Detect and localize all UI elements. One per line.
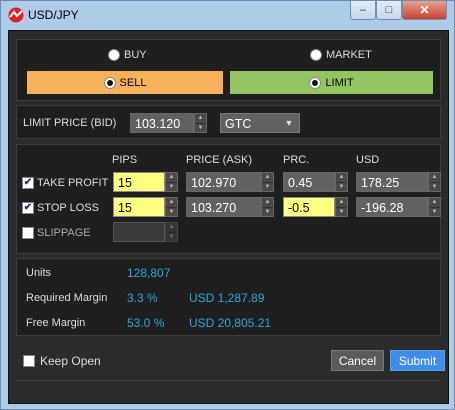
spin-down-icon[interactable]: ▼ <box>195 124 206 133</box>
spin-down-icon[interactable]: ▼ <box>262 183 273 192</box>
take-profit-prc-input[interactable]: 0.45 <box>283 172 335 192</box>
take-profit-checkbox[interactable]: ✔ <box>22 177 34 189</box>
spin-up-icon: ▲ <box>166 223 177 233</box>
stop-loss-pips-stepper[interactable]: ▲ ▼ <box>165 197 178 217</box>
free-margin-label: Free Margin <box>26 317 86 329</box>
stop-loss-price-input[interactable]: 103.270 <box>186 197 261 217</box>
maximize-button[interactable]: □ <box>376 1 402 20</box>
buy-label: BUY <box>124 49 147 61</box>
spin-down-icon[interactable]: ▼ <box>262 208 273 217</box>
pips-header: PIPS <box>112 154 138 166</box>
spin-up-icon[interactable]: ▲ <box>336 173 347 183</box>
chevron-down-icon[interactable]: ▼ <box>279 114 299 132</box>
spin-up-icon[interactable]: ▲ <box>262 198 273 208</box>
cancel-button[interactable]: Cancel <box>331 350 384 371</box>
slippage-stepper: ▲ ▼ <box>165 222 178 242</box>
limit-label: LIMIT <box>325 76 354 89</box>
slippage-checkbox[interactable] <box>22 227 34 239</box>
usd-header: USD <box>356 154 380 166</box>
market-label: MARKET <box>326 49 372 61</box>
limit-option[interactable]: LIMIT <box>230 71 433 94</box>
summary-panel: Units 128,807 Required Margin 3.3 % USD … <box>16 258 441 336</box>
slippage-input <box>113 222 165 242</box>
stop-loss-pips-input[interactable]: 15 <box>113 197 165 217</box>
spin-up-icon[interactable]: ▲ <box>166 198 177 208</box>
spin-down-icon[interactable]: ▼ <box>429 208 440 217</box>
buy-radio[interactable] <box>108 49 120 61</box>
limit-price-panel: LIMIT PRICE (BID) 103.120 ▲ ▼ GTC ▼ <box>16 105 441 139</box>
order-window: USD/JPY ‒ □ ✕ BUY MARKET SELL LIMIT LIMI… <box>0 0 455 410</box>
free-margin-pct: 53.0 % <box>127 316 165 330</box>
direction-panel: BUY MARKET SELL LIMIT <box>16 39 441 101</box>
stop-loss-prc-input[interactable]: -0.5 <box>283 197 335 217</box>
take-profit-pips-input[interactable]: 15 <box>113 172 165 192</box>
stop-loss-usd-stepper[interactable]: ▲ ▼ <box>428 197 441 217</box>
app-logo-icon <box>8 7 24 23</box>
spin-down-icon[interactable]: ▼ <box>166 183 177 192</box>
risk-panel: PIPS PRICE (ASK) PRC. USD ✔ TAKE PROFIT … <box>16 144 441 254</box>
spin-down-icon[interactable]: ▼ <box>166 208 177 217</box>
spin-up-icon[interactable]: ▲ <box>336 198 347 208</box>
limit-price-stepper[interactable]: ▲ ▼ <box>194 113 207 133</box>
limit-radio[interactable] <box>309 76 322 89</box>
units-value: 128,807 <box>127 266 171 280</box>
limit-price-label: LIMIT PRICE (BID) <box>23 117 117 129</box>
spin-up-icon[interactable]: ▲ <box>166 173 177 183</box>
sell-radio[interactable] <box>103 76 116 89</box>
take-profit-price-stepper[interactable]: ▲ ▼ <box>261 172 274 192</box>
spin-up-icon[interactable]: ▲ <box>262 173 273 183</box>
spin-down-icon[interactable]: ▼ <box>429 183 440 192</box>
required-margin-label: Required Margin <box>26 292 108 304</box>
stop-loss-usd-input[interactable]: -196.28 <box>356 197 428 217</box>
stop-loss-label: STOP LOSS <box>37 202 99 214</box>
sell-option[interactable]: SELL <box>27 71 223 94</box>
keep-open-checkbox[interactable] <box>23 355 35 367</box>
buy-option[interactable]: BUY <box>108 49 147 61</box>
take-profit-usd-stepper[interactable]: ▲ ▼ <box>428 172 441 192</box>
footer-divider <box>16 380 441 381</box>
take-profit-price-input[interactable]: 102.970 <box>186 172 261 192</box>
market-radio[interactable] <box>310 49 322 61</box>
stop-loss-prc-stepper[interactable]: ▲ ▼ <box>335 197 348 217</box>
spin-up-icon[interactable]: ▲ <box>429 198 440 208</box>
keep-open-label: Keep Open <box>40 354 101 368</box>
take-profit-usd-input[interactable]: 178.25 <box>356 172 428 192</box>
price-header: PRICE (ASK) <box>186 154 253 166</box>
take-profit-prc-stepper[interactable]: ▲ ▼ <box>335 172 348 192</box>
sell-label: SELL <box>119 76 147 89</box>
spin-up-icon[interactable]: ▲ <box>195 114 206 124</box>
close-button[interactable]: ✕ <box>402 1 447 20</box>
tif-value: GTC <box>225 117 252 131</box>
maximize-icon: □ <box>385 4 393 16</box>
take-profit-pips-stepper[interactable]: ▲ ▼ <box>165 172 178 192</box>
spin-up-icon[interactable]: ▲ <box>429 173 440 183</box>
units-label: Units <box>26 267 52 279</box>
market-option[interactable]: MARKET <box>310 49 372 61</box>
minimize-button[interactable]: ‒ <box>350 1 376 20</box>
free-margin-usd: USD 20,805.21 <box>189 316 272 330</box>
required-margin-pct: 3.3 % <box>127 291 158 305</box>
stop-loss-checkbox[interactable]: ✔ <box>22 202 34 214</box>
title-bar[interactable]: USD/JPY ‒ □ ✕ <box>1 1 454 29</box>
slippage-label: SLIPPAGE <box>37 227 91 239</box>
required-margin-usd: USD 1,287.89 <box>189 291 265 305</box>
submit-button[interactable]: Submit <box>390 350 445 371</box>
close-icon: ✕ <box>419 3 430 17</box>
tif-select[interactable]: GTC ▼ <box>220 113 300 133</box>
spin-down-icon[interactable]: ▼ <box>336 183 347 192</box>
window-title: USD/JPY <box>28 8 79 22</box>
spin-down-icon[interactable]: ▼ <box>336 208 347 217</box>
limit-price-input[interactable]: 103.120 <box>130 113 194 133</box>
minimize-icon: ‒ <box>359 4 367 16</box>
stop-loss-price-stepper[interactable]: ▲ ▼ <box>261 197 274 217</box>
prc-header: PRC. <box>283 154 310 166</box>
spin-down-icon: ▼ <box>168 233 175 240</box>
take-profit-label: TAKE PROFIT <box>37 177 109 189</box>
order-form: BUY MARKET SELL LIMIT LIMIT PRICE (BID) … <box>8 30 449 404</box>
